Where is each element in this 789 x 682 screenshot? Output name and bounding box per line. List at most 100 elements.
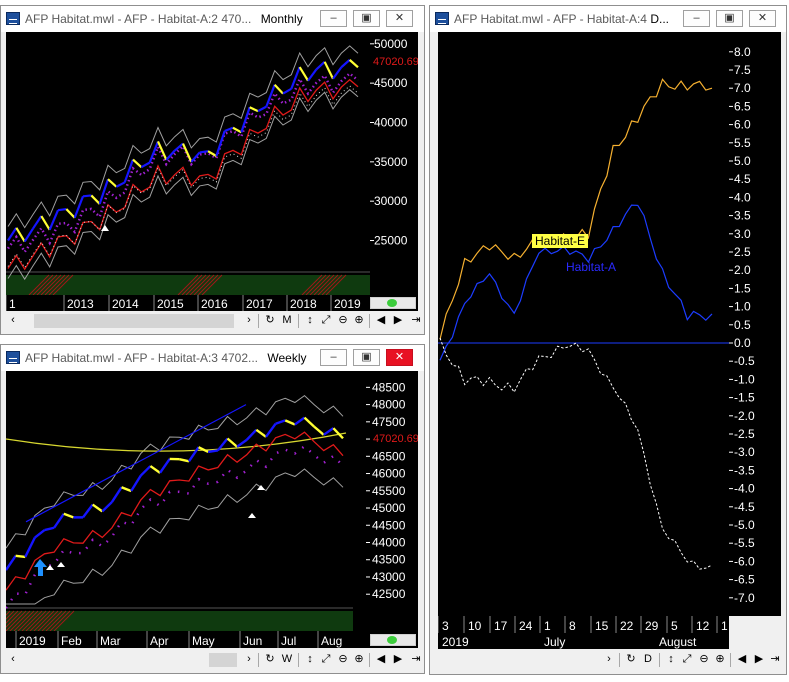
close-button[interactable]: ✕	[386, 10, 413, 27]
end-button[interactable]: ⇥	[768, 652, 782, 667]
value-tick-label: 1.5	[734, 281, 751, 295]
monthly-triangle-marker	[101, 225, 109, 231]
window-title-file: AFP Habitat.mwl - AFP - Habitat-A:4	[454, 12, 647, 26]
month-label: 2019	[442, 635, 469, 649]
value-tick-label: 3.0	[734, 227, 751, 241]
value-tick-label: -4.0	[734, 482, 755, 496]
minimize-icon: –	[693, 12, 700, 24]
price-segment	[348, 59, 359, 69]
scroll-right-button[interactable]: ›	[242, 652, 256, 667]
price-segment	[249, 106, 259, 113]
next-icon: ▶	[393, 314, 403, 326]
title-bar[interactable]: AFP Habitat.mwl - AFP - Habitat-A:3 4702…	[1, 345, 424, 371]
price-segment	[32, 215, 43, 230]
monthly-time-axis[interactable]: 1 2013 2014 2015 2016 2017 2018 2019	[6, 295, 418, 311]
close-button[interactable]: ✕	[386, 349, 413, 366]
price-segment	[224, 126, 234, 133]
move-button[interactable]: ↕	[664, 652, 678, 667]
end-button[interactable]: ⇥	[409, 313, 423, 328]
zoom-out-button[interactable]: ⊖	[336, 652, 350, 667]
refresh-button[interactable]: ↻	[624, 652, 638, 667]
weekly-triangle-marker	[46, 565, 54, 570]
minimize-button[interactable]: –	[683, 10, 710, 27]
scroll-left-button[interactable]: ‹	[6, 652, 20, 667]
price-tick-label: 45500	[372, 484, 406, 498]
period-button[interactable]: W	[280, 652, 294, 667]
zoom-in-button[interactable]: ⊕	[352, 652, 366, 667]
title-bar[interactable]: AFP Habitat.mwl - AFP - Habitat-A:4 D...…	[430, 6, 786, 32]
horizontal-scrollbar[interactable]	[209, 653, 237, 667]
scroll-right-button[interactable]: ›	[242, 313, 256, 328]
price-segment	[121, 486, 132, 493]
next-button[interactable]: ▶	[752, 652, 766, 667]
close-button[interactable]: ✕	[749, 10, 776, 27]
previous-icon: ◀	[737, 653, 747, 665]
day-label: 29	[645, 619, 659, 633]
toolbar-separator	[298, 653, 299, 667]
daily-time-axis[interactable]: 3 10 17 24 1 8 15 22 29 5 12 1 2019 July August	[438, 616, 729, 649]
weekly-time-axis[interactable]: 2019 Feb Mar Apr May Jun Jul Aug	[6, 631, 418, 648]
zoom-out-button[interactable]: ⊖	[336, 313, 350, 328]
monthly-price-chart[interactable]: 50000 45000 40000 35000 30000 25000 47020.69	[6, 32, 418, 295]
month-label: Aug	[321, 634, 342, 648]
price-tick-label: 25000	[374, 234, 408, 248]
year-label: 2015	[157, 297, 184, 311]
move-button[interactable]: ↕	[303, 652, 317, 667]
price-segment	[240, 106, 251, 133]
zoom-in-button[interactable]: ⊕	[713, 652, 727, 667]
minimize-icon: –	[330, 351, 337, 363]
scroll-right-button[interactable]: ›	[602, 652, 616, 667]
fit-button[interactable]: ⤢	[319, 313, 333, 328]
price-segment	[294, 416, 306, 426]
maximize-button[interactable]: ▣	[353, 10, 380, 27]
weekly-price-chart[interactable]: 4850048000475004700046500460004550045000…	[6, 371, 418, 631]
next-button[interactable]: ▶	[391, 652, 405, 667]
price-segment	[115, 181, 126, 188]
zoom-in-button[interactable]: ⊕	[352, 313, 366, 328]
month-label: Jul	[281, 634, 296, 648]
end-button[interactable]: ⇥	[409, 652, 423, 667]
status-indicator[interactable]	[370, 297, 416, 309]
status-indicator[interactable]	[370, 634, 416, 646]
price-segment	[159, 458, 171, 474]
fit-button[interactable]: ⤢	[319, 652, 333, 667]
price-segment	[44, 526, 55, 532]
scroll-left-button[interactable]: ‹	[6, 313, 20, 328]
previous-icon: ◀	[376, 314, 386, 326]
previous-button[interactable]: ◀	[374, 313, 388, 328]
monthly-toolbar: ‹ › ↻ M ↕ ⤢ ⊖ ⊕ ◀ ▶ ⇥	[6, 312, 424, 330]
value-tick-label: 2.5	[734, 245, 751, 259]
title-bar[interactable]: AFP Habitat.mwl - AFP - Habitat-A:2 470.…	[1, 6, 424, 32]
price-tick-label: 45000	[372, 501, 406, 515]
previous-button[interactable]: ◀	[374, 652, 388, 667]
year-label: 2019	[334, 297, 361, 311]
price-segment	[323, 427, 335, 436]
previous-button[interactable]: ◀	[735, 652, 749, 667]
minimize-button[interactable]: –	[320, 10, 347, 27]
weekly-chart-svg: 4850048000475004700046500460004550045000…	[6, 380, 418, 631]
end-icon: ⇥	[411, 653, 421, 665]
price-segment	[307, 68, 318, 82]
value-tick-label: 2.0	[734, 263, 751, 277]
day-label: 10	[468, 619, 482, 633]
zoom-out-button[interactable]: ⊖	[697, 652, 711, 667]
maximize-button[interactable]: ▣	[716, 10, 743, 27]
price-tick-label: 46500	[372, 449, 406, 463]
minimize-button[interactable]: –	[320, 349, 347, 366]
month-label: Feb	[61, 634, 82, 648]
daily-relative-chart[interactable]: Habitat-E Habitat-A 8.0 7.5 7.0 6.5 6.0 5.5 5.…	[438, 32, 781, 616]
period-button[interactable]: D	[641, 652, 655, 667]
price-segment	[130, 474, 142, 492]
maximize-icon: ▣	[361, 351, 372, 363]
month-label: July	[544, 635, 565, 649]
refresh-button[interactable]: ↻	[263, 313, 277, 328]
weekly-moving-average	[6, 431, 344, 591]
maximize-button[interactable]: ▣	[353, 349, 380, 366]
move-button[interactable]: ↕	[303, 313, 317, 328]
price-segment	[173, 142, 184, 152]
fit-button[interactable]: ⤢	[680, 652, 694, 667]
next-button[interactable]: ▶	[391, 313, 405, 328]
period-button[interactable]: M	[280, 313, 294, 328]
horizontal-scrollbar[interactable]	[34, 314, 234, 328]
refresh-button[interactable]: ↻	[263, 652, 277, 667]
